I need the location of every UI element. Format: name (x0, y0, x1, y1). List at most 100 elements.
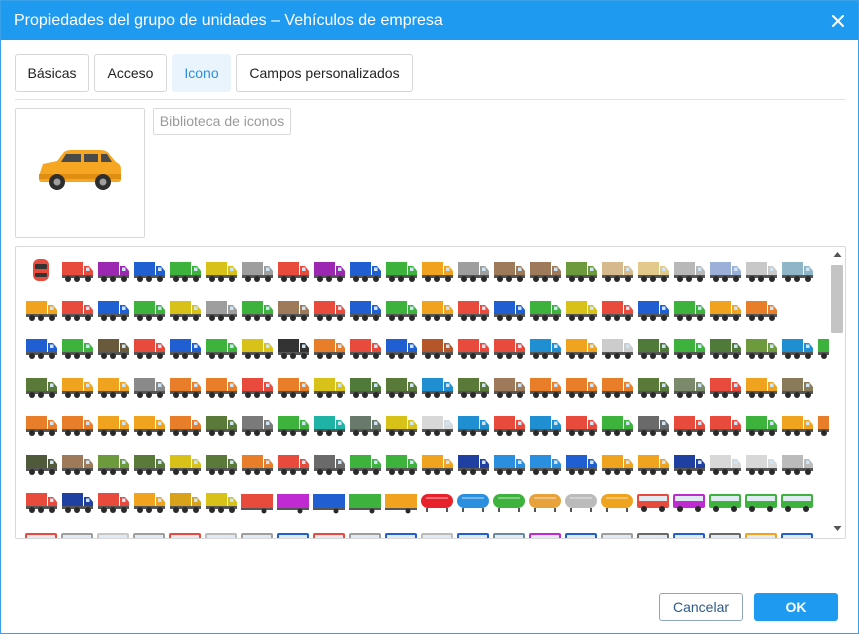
vehicle-icon-option[interactable] (492, 296, 526, 324)
vehicle-icon-option[interactable] (132, 257, 166, 285)
vehicle-icon-option[interactable] (528, 450, 562, 478)
vehicle-icon-option[interactable] (528, 257, 562, 285)
vehicle-icon-option[interactable] (600, 373, 634, 401)
vehicle-icon-option[interactable] (528, 527, 562, 539)
vehicle-icon-option[interactable] (744, 334, 778, 362)
vehicle-icon-option[interactable] (24, 334, 58, 362)
vehicle-icon-option[interactable] (384, 373, 418, 401)
vehicle-icon-option[interactable] (744, 450, 778, 478)
vehicle-icon-option[interactable] (348, 527, 382, 539)
vehicle-icon-option[interactable] (420, 527, 454, 539)
vehicle-icon-option[interactable] (564, 257, 598, 285)
vehicle-icon-option[interactable] (348, 450, 382, 478)
vehicle-icon-option[interactable] (60, 257, 94, 285)
vehicle-icon-option[interactable] (60, 373, 94, 401)
vehicle-icon-option[interactable] (312, 411, 346, 439)
tab-basicas[interactable]: Básicas (15, 54, 89, 92)
vehicle-icon-option[interactable] (204, 450, 238, 478)
vehicle-icon-option[interactable] (456, 296, 490, 324)
vehicle-icon-option[interactable] (672, 527, 706, 539)
vehicle-icon-option[interactable] (204, 411, 238, 439)
vehicle-icon-option[interactable] (780, 257, 814, 285)
vehicle-icon-option[interactable] (744, 411, 778, 439)
vehicle-icon-option[interactable] (168, 373, 202, 401)
vehicle-icon-option[interactable] (348, 257, 382, 285)
vehicle-icon-option[interactable] (168, 411, 202, 439)
vehicle-icon-option[interactable] (132, 373, 166, 401)
vehicle-icon-option[interactable] (420, 450, 454, 478)
vehicle-icon-option[interactable] (492, 450, 526, 478)
vehicle-icon-option[interactable] (24, 450, 58, 478)
vehicle-icon-option[interactable] (492, 527, 526, 539)
vehicle-icon-option[interactable] (636, 257, 670, 285)
vehicle-icon-option[interactable] (780, 373, 814, 401)
vehicle-icon-option[interactable] (780, 334, 814, 362)
vehicle-icon-option[interactable] (132, 296, 166, 324)
vehicle-icon-option[interactable] (312, 257, 346, 285)
icon-grid-scrollbar[interactable] (829, 247, 845, 538)
vehicle-icon-option[interactable] (240, 450, 274, 478)
vehicle-icon-option[interactable] (672, 334, 706, 362)
vehicle-icon-option[interactable] (492, 488, 526, 516)
vehicle-icon-option[interactable] (564, 373, 598, 401)
vehicle-icon-option[interactable] (168, 334, 202, 362)
vehicle-icon-option[interactable] (636, 527, 670, 539)
vehicle-icon-option[interactable] (348, 296, 382, 324)
ok-button[interactable]: OK (754, 593, 838, 621)
vehicle-icon-option[interactable] (528, 373, 562, 401)
vehicle-icon-option[interactable] (600, 334, 634, 362)
vehicle-icon-option[interactable] (420, 488, 454, 516)
vehicle-icon-option[interactable] (420, 411, 454, 439)
vehicle-icon-option[interactable] (456, 488, 490, 516)
vehicle-icon-option[interactable] (24, 411, 58, 439)
icon-library-button[interactable]: Biblioteca de iconos (153, 108, 291, 135)
scroll-down-arrow-icon[interactable] (833, 525, 842, 532)
vehicle-icon-option[interactable] (276, 450, 310, 478)
vehicle-icon-option[interactable] (276, 411, 310, 439)
vehicle-icon-option[interactable] (708, 411, 742, 439)
vehicle-icon-option[interactable] (348, 373, 382, 401)
vehicle-icon-option[interactable] (564, 450, 598, 478)
vehicle-icon-option[interactable] (672, 450, 706, 478)
cancel-button[interactable]: Cancelar (659, 593, 743, 621)
vehicle-icon-option[interactable] (744, 296, 778, 324)
scroll-up-arrow-icon[interactable] (833, 251, 842, 258)
vehicle-icon-option[interactable] (456, 373, 490, 401)
vehicle-icon-option[interactable] (708, 488, 742, 516)
vehicle-icon-option[interactable] (636, 411, 670, 439)
tab-campos-personalizados[interactable]: Campos personalizados (236, 54, 413, 92)
vehicle-icon-option[interactable] (384, 334, 418, 362)
vehicle-icon-option[interactable] (384, 527, 418, 539)
vehicle-icon-option[interactable] (60, 450, 94, 478)
vehicle-icon-option[interactable] (348, 488, 382, 516)
vehicle-icon-option[interactable] (636, 334, 670, 362)
vehicle-icon-option[interactable] (528, 488, 562, 516)
vehicle-icon-option[interactable] (276, 296, 310, 324)
vehicle-icon-option[interactable] (528, 411, 562, 439)
vehicle-icon-option[interactable] (240, 373, 274, 401)
vehicle-icon-option[interactable] (456, 257, 490, 285)
vehicle-icon-option[interactable] (384, 488, 418, 516)
vehicle-icon-option[interactable] (24, 527, 58, 539)
vehicle-icon-option[interactable] (168, 450, 202, 478)
vehicle-icon-option[interactable] (708, 296, 742, 324)
vehicle-icon-option[interactable] (96, 257, 130, 285)
vehicle-icon-option[interactable] (708, 450, 742, 478)
vehicle-icon-option[interactable] (600, 257, 634, 285)
vehicle-icon-option[interactable] (60, 411, 94, 439)
vehicle-icon-option[interactable] (204, 488, 238, 516)
vehicle-icon-option[interactable] (276, 488, 310, 516)
vehicle-icon-option[interactable] (24, 373, 58, 401)
vehicle-icon-option[interactable] (636, 373, 670, 401)
vehicle-icon-option[interactable] (672, 488, 706, 516)
vehicle-icon-option[interactable] (240, 257, 274, 285)
vehicle-icon-option[interactable] (636, 296, 670, 324)
vehicle-icon-option[interactable] (168, 296, 202, 324)
vehicle-icon-option[interactable] (384, 450, 418, 478)
vehicle-icon-option[interactable] (240, 488, 274, 516)
tab-icono[interactable]: Icono (172, 54, 231, 92)
vehicle-icon-option[interactable] (816, 411, 829, 439)
vehicle-icon-option[interactable] (492, 257, 526, 285)
vehicle-icon-option[interactable] (672, 296, 706, 324)
vehicle-icon-option[interactable] (420, 296, 454, 324)
